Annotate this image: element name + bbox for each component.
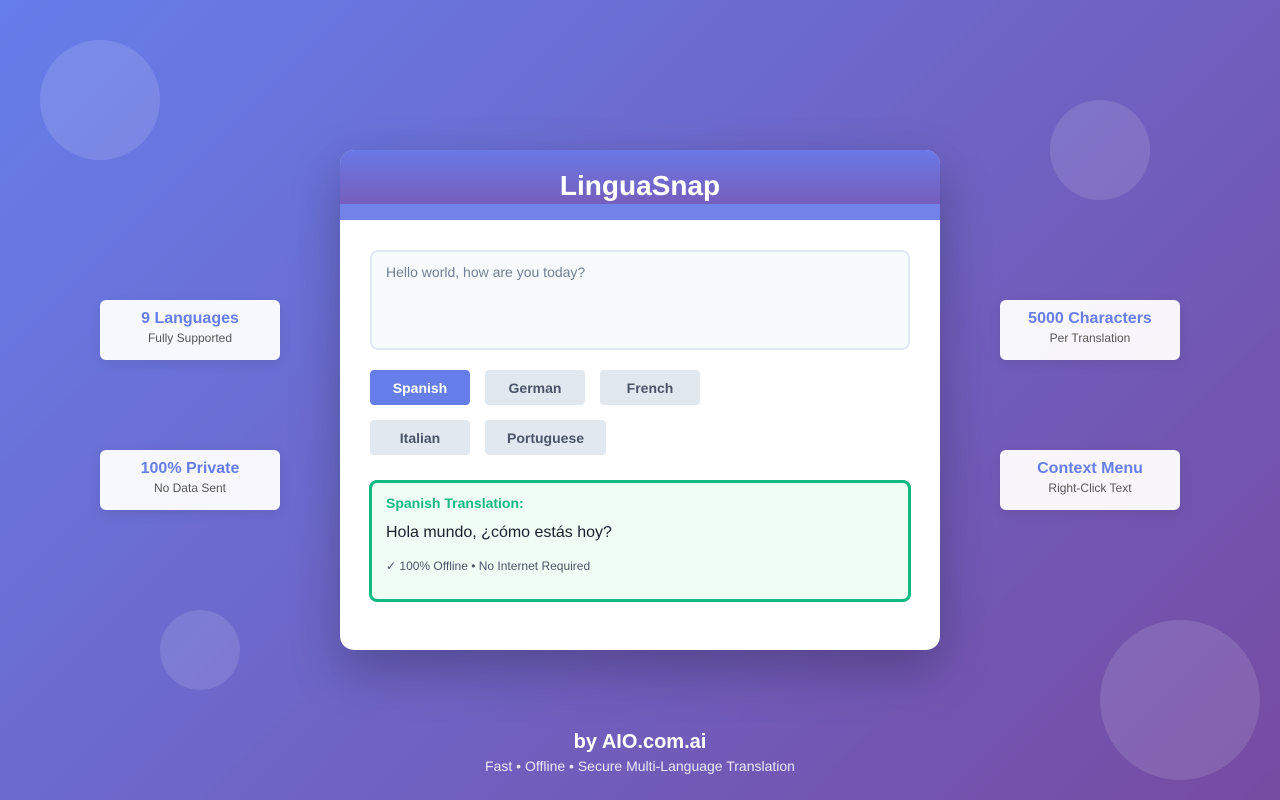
- feature-card-context-menu: Context Menu Right-Click Text: [1000, 450, 1180, 510]
- feature-card-value: 100% Private: [140, 460, 240, 477]
- header-strip: [340, 204, 940, 220]
- decorative-circle: [160, 610, 240, 690]
- footer-brand: by AIO.com.ai: [573, 731, 707, 753]
- app-title: LinguaSnap: [559, 170, 721, 201]
- language-button-row: Spanish German French: [370, 370, 910, 405]
- popup-header: LinguaSnap: [340, 150, 940, 220]
- feature-card-value: 5000 Characters: [1028, 310, 1152, 327]
- result-heading: Spanish Translation:: [386, 495, 524, 511]
- footer: by AIO.com.ai Fast • Offline • Secure Mu…: [0, 730, 1280, 774]
- feature-card-value: 9 Languages: [141, 310, 239, 327]
- feature-card-label: Fully Supported: [147, 331, 233, 345]
- feature-card-label: Right-Click Text: [1048, 481, 1132, 495]
- language-button-german[interactable]: German: [485, 370, 585, 405]
- footer-tagline: Fast • Offline • Secure Multi-Language T…: [485, 758, 795, 774]
- feature-card-label: Per Translation: [1049, 331, 1131, 345]
- extension-popup: LinguaSnap Spanish German French Italian…: [340, 150, 940, 650]
- language-button-italian[interactable]: Italian: [370, 420, 470, 455]
- popup-body: Spanish German French Italian Portuguese…: [340, 220, 940, 632]
- language-button-spanish[interactable]: Spanish: [370, 370, 470, 405]
- feature-card-privacy: 100% Private No Data Sent: [100, 450, 280, 510]
- source-text-input[interactable]: [370, 250, 910, 350]
- language-button-french[interactable]: French: [600, 370, 700, 405]
- feature-card-languages: 9 Languages Fully Supported: [100, 300, 280, 360]
- decorative-circle: [40, 40, 160, 160]
- language-button-portuguese[interactable]: Portuguese: [485, 420, 607, 455]
- offline-note: ✓ 100% Offline • No Internet Required: [386, 559, 591, 573]
- feature-card-label: No Data Sent: [153, 481, 227, 495]
- feature-card-value: Context Menu: [1037, 460, 1143, 477]
- feature-card-characters: 5000 Characters Per Translation: [1000, 300, 1180, 360]
- decorative-circle: [1050, 100, 1150, 200]
- language-button-row: Italian Portuguese: [370, 420, 910, 455]
- translated-text: Hola mundo, ¿cómo estás hoy?: [386, 524, 612, 541]
- translation-result: Spanish Translation: Hola mundo, ¿cómo e…: [369, 480, 911, 602]
